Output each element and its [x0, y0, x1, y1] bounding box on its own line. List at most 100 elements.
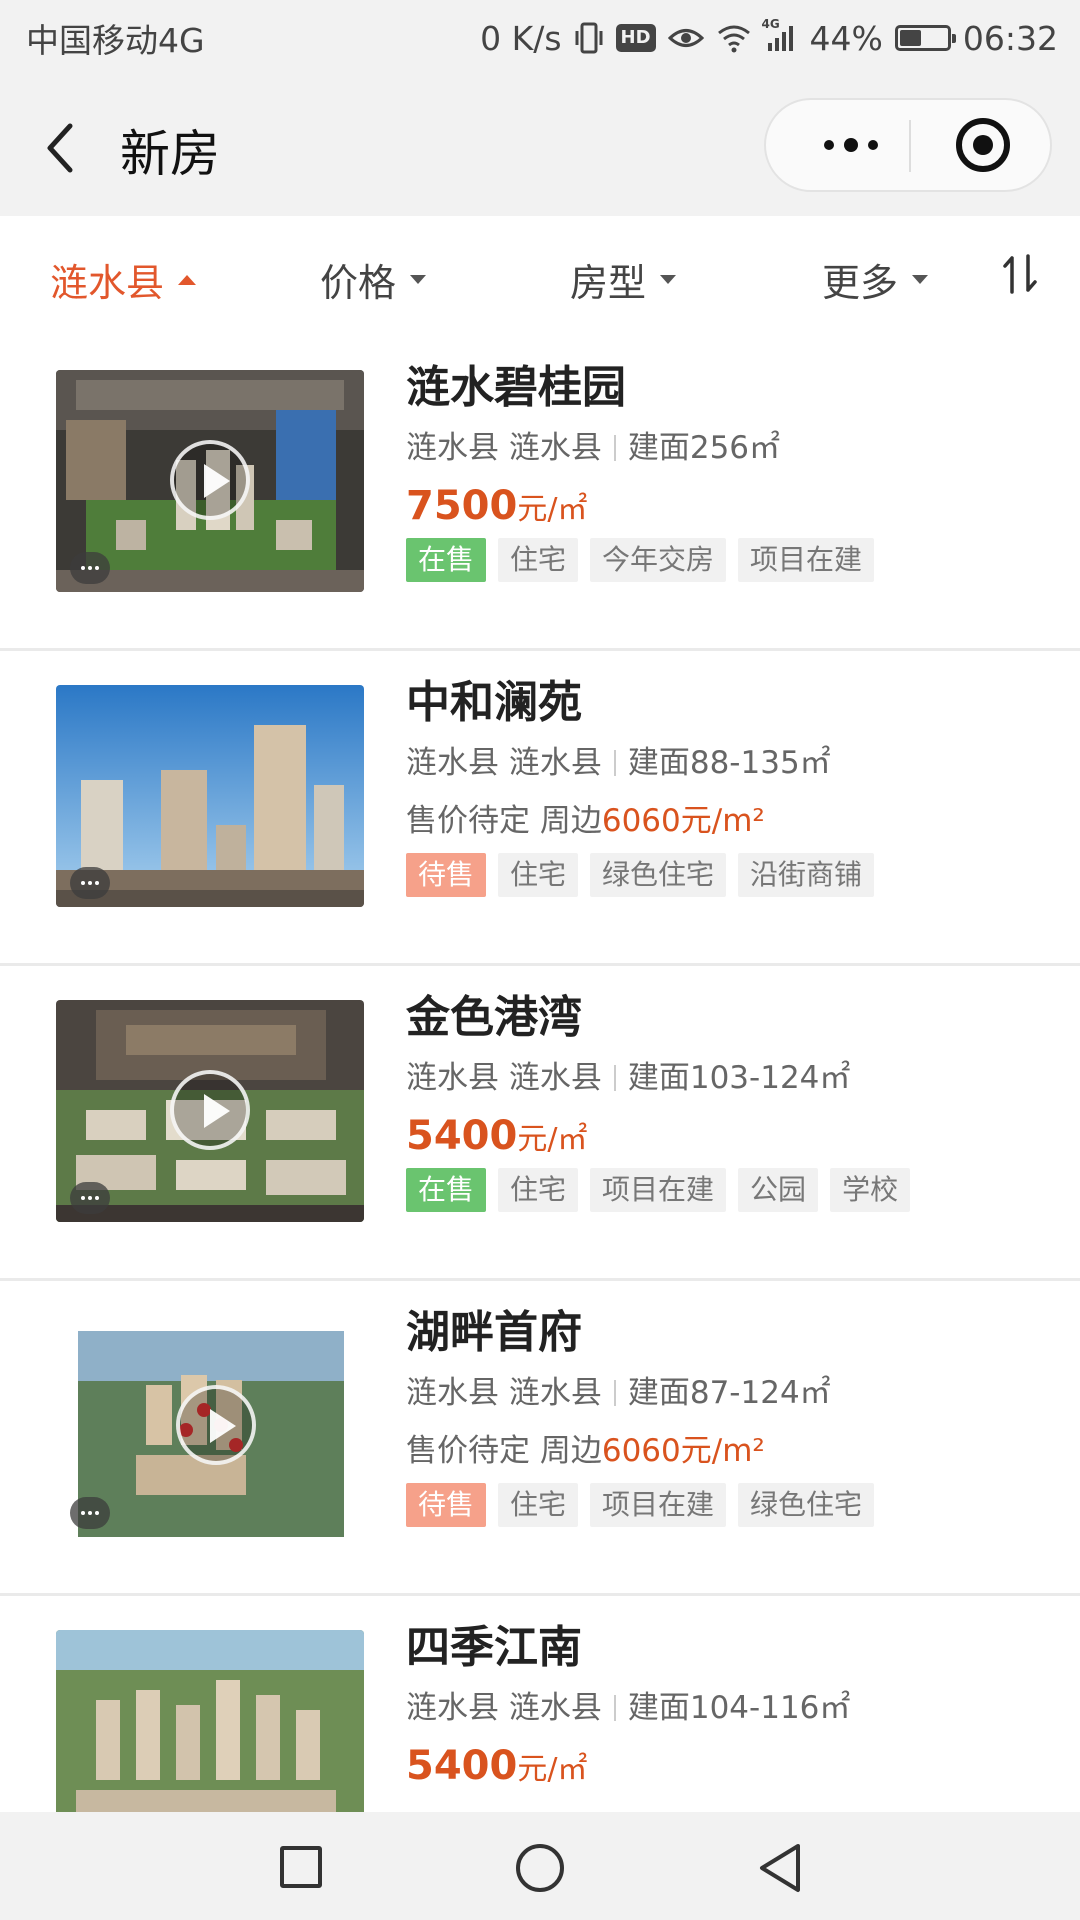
- aerial-render-image: [56, 1630, 364, 1812]
- property-thumbnail: [56, 370, 364, 592]
- nearby-price: 6060元/m²: [601, 1433, 765, 1469]
- back-triangle-button[interactable]: [756, 1842, 804, 1894]
- play-video-icon[interactable]: [170, 440, 250, 520]
- net-speed: 0 K/s: [480, 18, 562, 58]
- dot-icon: [868, 140, 878, 150]
- filter-label: 房型: [570, 261, 647, 305]
- comment-bubble-icon: [70, 1497, 110, 1529]
- feature-tag: 住宅: [498, 1483, 579, 1527]
- recent-apps-button[interactable]: [280, 1846, 322, 1888]
- property-meta: 涟水县 涟水县 建面256㎡: [406, 422, 1056, 474]
- filter-layout[interactable]: 房型: [570, 252, 677, 307]
- listing-item[interactable]: 四季江南 涟水县 涟水县 建面104-116㎡ 5400元/㎡: [0, 1596, 1080, 1812]
- hd-icon: HD: [615, 24, 656, 52]
- filter-district[interactable]: 涟水县: [50, 252, 197, 307]
- filter-label: 价格: [320, 261, 397, 305]
- filter-label: 更多: [822, 261, 899, 305]
- comment-bubble-icon: [70, 552, 110, 584]
- meta-divider: [613, 1380, 616, 1406]
- filter-more[interactable]: 更多: [822, 252, 929, 307]
- sort-button[interactable]: [1002, 252, 1038, 306]
- listing-item[interactable]: 中和澜苑 涟水县 涟水县 建面88-135㎡ 售价待定 周边6060元/m² 待售…: [0, 651, 1080, 966]
- clock: 06:32: [962, 18, 1058, 58]
- listing-item[interactable]: 涟水碧桂园 涟水县 涟水县 建面256㎡ 7500元/㎡ 在售 住宅 今年交房 项…: [0, 336, 1080, 651]
- feature-tag: 沿街商铺: [738, 853, 875, 897]
- district: 涟水县 涟水县: [406, 1375, 602, 1411]
- comment-bubble-icon: [70, 867, 110, 899]
- battery-icon: [894, 25, 956, 51]
- battery-percent: 44%: [809, 18, 883, 58]
- district: 涟水县 涟水县: [406, 1060, 602, 1096]
- listing-item[interactable]: 金色港湾 涟水县 涟水县 建面103-124㎡ 5400元/㎡ 在售 住宅 项目在…: [0, 966, 1080, 1281]
- eye-icon: [667, 25, 704, 51]
- feature-tag: 项目在建: [738, 538, 875, 582]
- price: 5400元/㎡: [406, 1738, 1056, 1794]
- price-unit: 元/㎡: [517, 1122, 588, 1157]
- property-thumbnail: [56, 685, 364, 907]
- meta-divider: [613, 435, 616, 461]
- chevron-left-icon: [47, 123, 73, 173]
- nearby-price: 6060元/m²: [601, 803, 765, 839]
- property-name: 中和澜苑: [406, 677, 582, 728]
- property-meta: 涟水县 涟水县 建面103-124㎡: [406, 1052, 1056, 1104]
- page-title: 新房: [120, 125, 220, 183]
- capsule-divider: [909, 120, 911, 172]
- tag-list: 在售 住宅 项目在建 公园 学校: [406, 1168, 1056, 1212]
- home-button[interactable]: [516, 1844, 564, 1892]
- vibrate-icon: [574, 21, 604, 55]
- play-video-icon[interactable]: [170, 1070, 250, 1150]
- price: 7500元/㎡: [406, 478, 1056, 534]
- carrier-label: 中国移动4G: [26, 21, 205, 60]
- dot-icon: [824, 140, 834, 150]
- meta-divider: [613, 1065, 616, 1091]
- property-name: 涟水碧桂园: [406, 362, 626, 413]
- battery-fill: [899, 30, 921, 46]
- feature-tag: 学校: [830, 1168, 911, 1212]
- back-button[interactable]: [40, 118, 90, 178]
- feature-tag: 项目在建: [590, 1483, 727, 1527]
- price: 售价待定 周边6060元/m²: [406, 1423, 1056, 1479]
- feature-tag: 绿色住宅: [738, 1483, 875, 1527]
- feature-tag: 项目在建: [590, 1168, 727, 1212]
- feature-tag: 住宅: [498, 1168, 579, 1212]
- cell-signal-icon: 4G: [762, 17, 798, 53]
- status-tag: 在售: [406, 1168, 487, 1212]
- status-bar: 中国移动4G 0 K/s HD 4G 44% 06:32: [0, 0, 1080, 76]
- property-name: 金色港湾: [406, 992, 582, 1043]
- filter-label: 涟水县: [50, 261, 165, 305]
- more-menu-button[interactable]: [806, 100, 896, 190]
- price-pending-label: 售价待定 周边: [406, 1433, 602, 1469]
- price-value: 5400: [406, 1113, 518, 1159]
- price: 5400元/㎡: [406, 1108, 1056, 1164]
- property-name: 湖畔首府: [406, 1307, 582, 1358]
- district: 涟水县 涟水县: [406, 1690, 602, 1726]
- district: 涟水县 涟水县: [406, 430, 602, 466]
- caret-down-icon: [410, 275, 427, 284]
- floor-area: 建面87-124㎡: [627, 1375, 831, 1411]
- price-value: 5400: [406, 1743, 518, 1789]
- price-value: 7500: [406, 483, 518, 529]
- listing-item[interactable]: 湖畔首府 涟水县 涟水县 建面87-124㎡ 售价待定 周边6060元/m² 待售…: [0, 1281, 1080, 1596]
- floor-area: 建面104-116㎡: [627, 1690, 851, 1726]
- district: 涟水县 涟水县: [406, 745, 602, 781]
- filter-price[interactable]: 价格: [320, 252, 427, 307]
- dot-icon: [844, 138, 858, 152]
- tag-list: 待售 住宅 绿色住宅 沿街商铺: [406, 853, 1056, 897]
- feature-tag: 绿色住宅: [590, 853, 727, 897]
- meta-divider: [613, 1695, 616, 1721]
- nav-bar: 新房: [0, 76, 1080, 216]
- floor-area: 建面256㎡: [627, 430, 781, 466]
- status-tag: 待售: [406, 1483, 487, 1527]
- close-miniprogram-button[interactable]: [956, 118, 1010, 172]
- property-meta: 涟水县 涟水县 建面88-135㎡: [406, 737, 1056, 789]
- property-thumbnail: [56, 1630, 364, 1812]
- property-name: 四季江南: [406, 1622, 582, 1673]
- system-nav-bar: [0, 1812, 1080, 1920]
- price: 售价待定 周边6060元/m²: [406, 793, 1056, 849]
- tag-list: 待售 住宅 项目在建 绿色住宅: [406, 1483, 1056, 1527]
- meta-divider: [613, 750, 616, 776]
- miniprogram-capsule: [764, 98, 1052, 192]
- caret-down-icon: [660, 275, 677, 284]
- play-video-icon[interactable]: [176, 1385, 256, 1465]
- sort-icon: [1003, 254, 1037, 294]
